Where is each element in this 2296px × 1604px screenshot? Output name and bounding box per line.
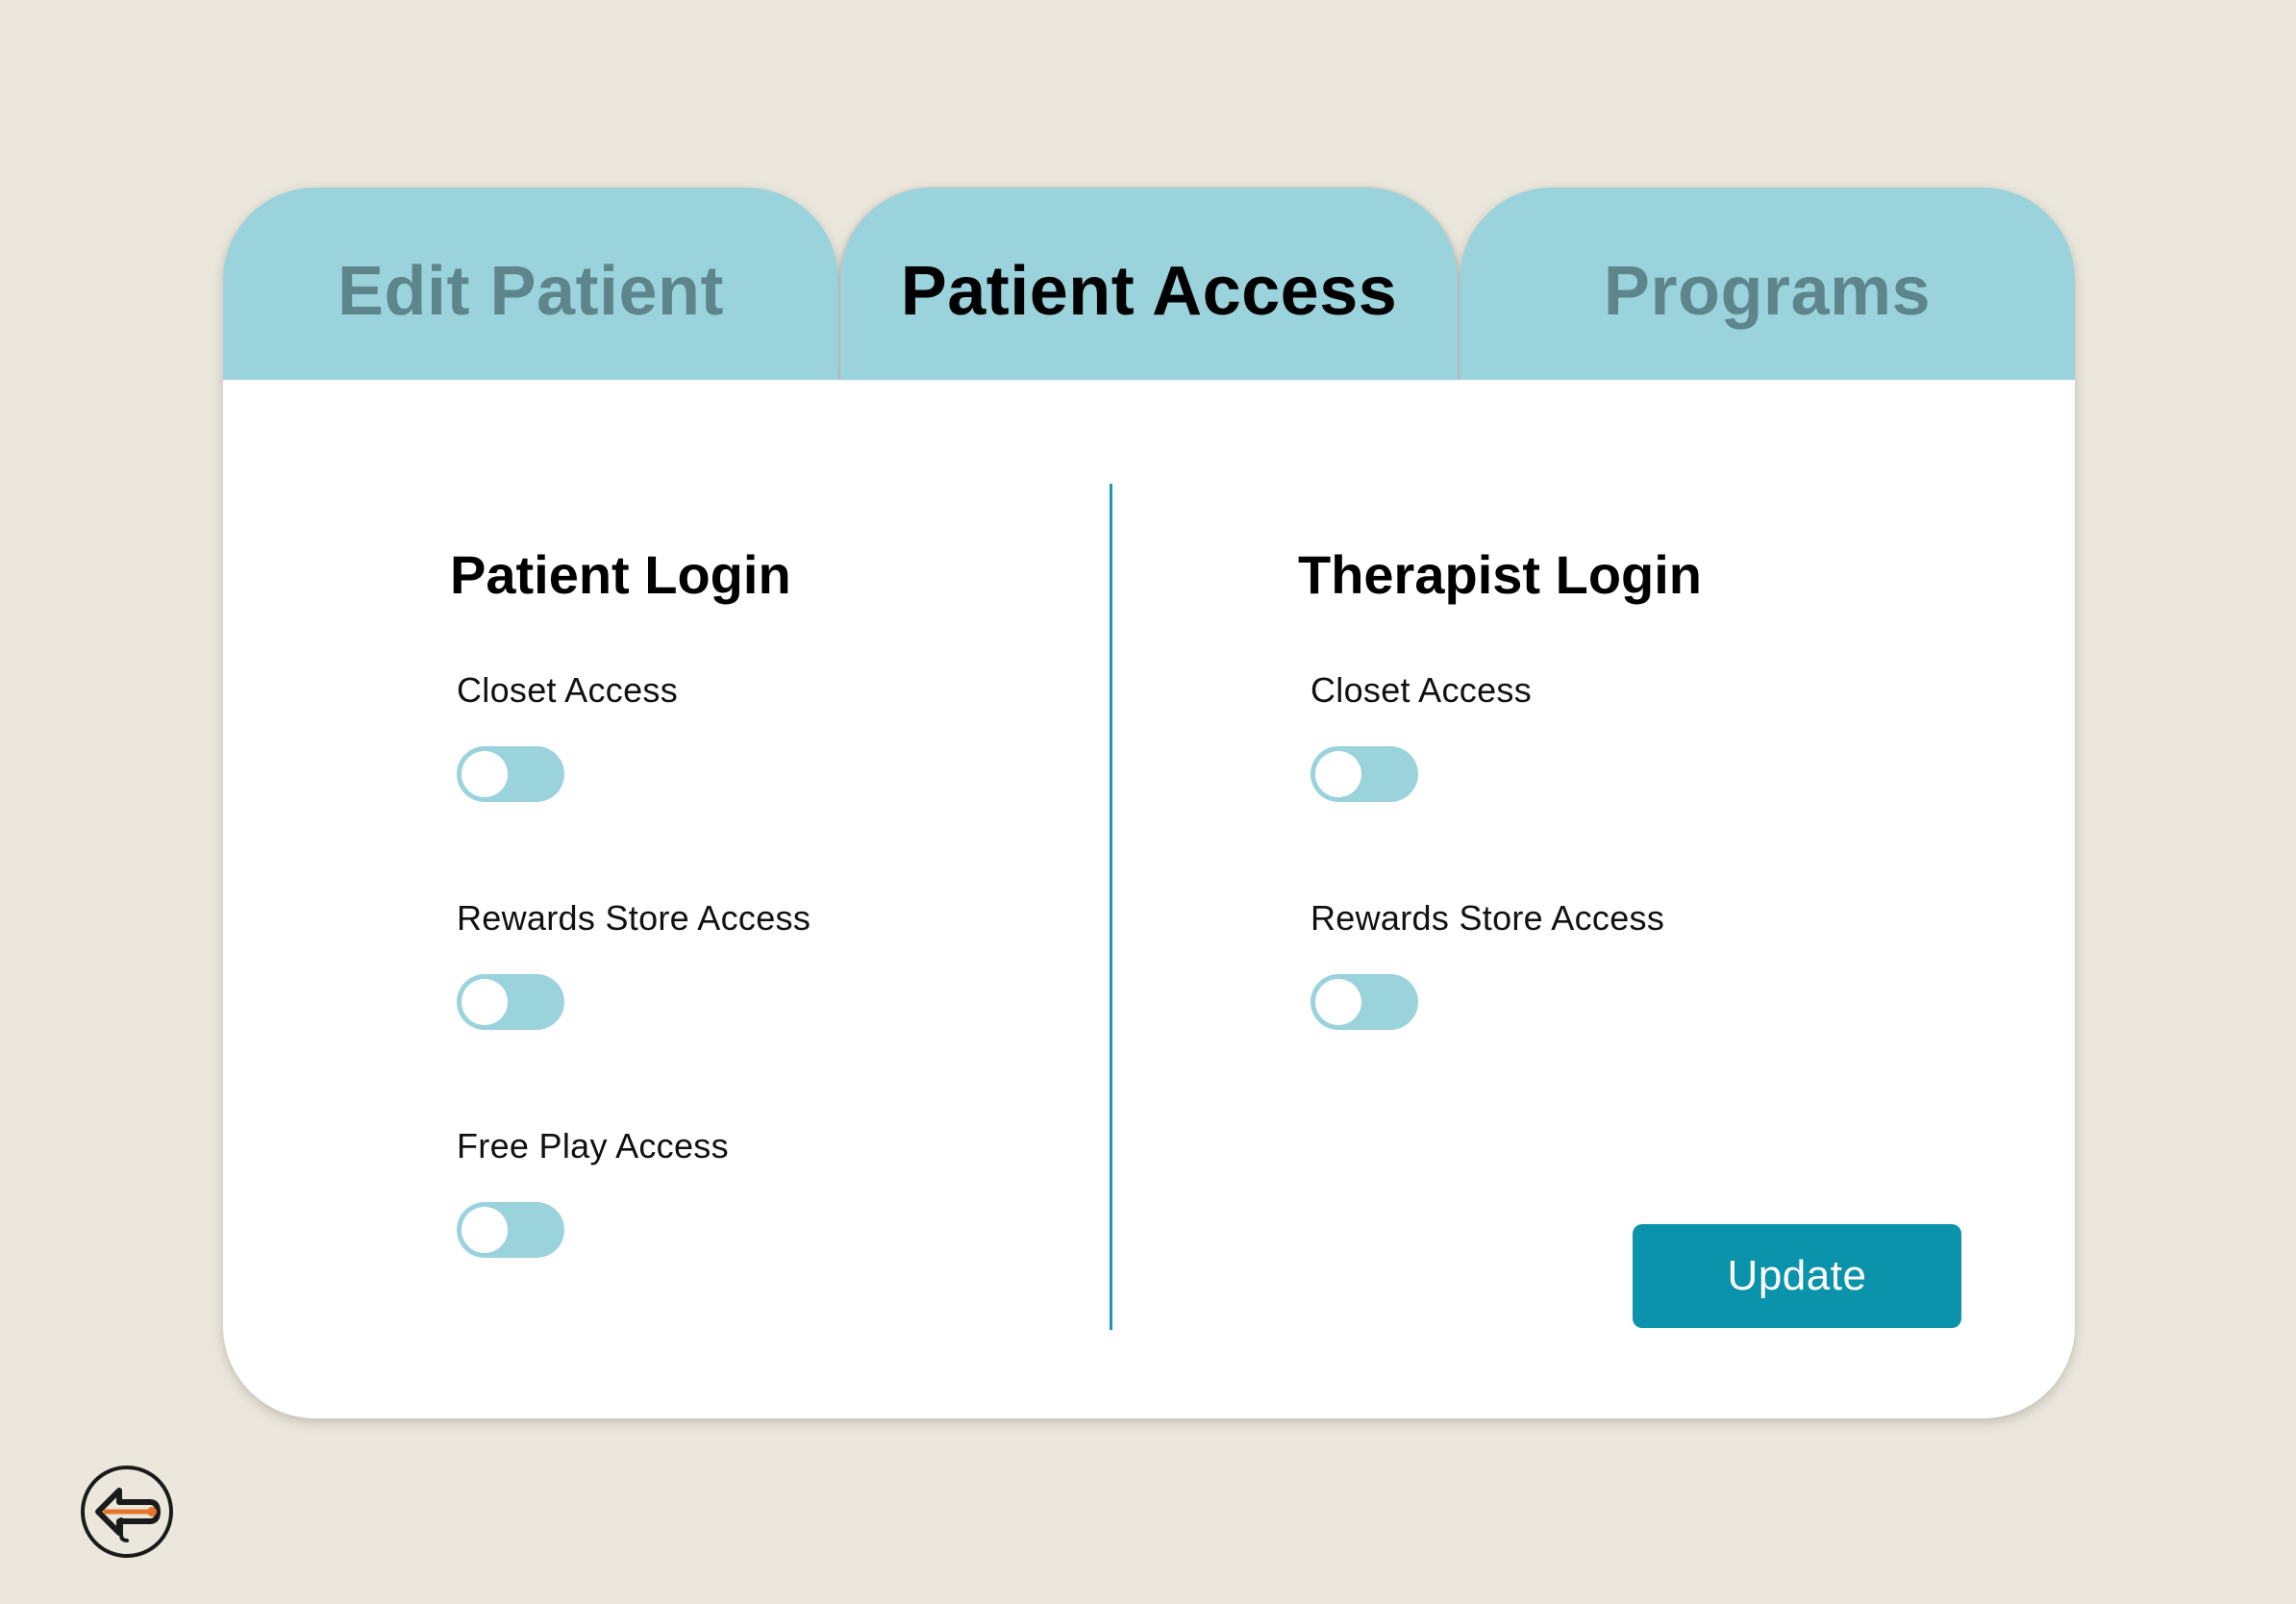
- patient-free-play-access-label: Free Play Access: [457, 1126, 729, 1165]
- patient-rewards-store-access-toggle[interactable]: [457, 974, 564, 1030]
- tab-patient-access-label: Patient Access: [900, 253, 1398, 330]
- toggle-knob: [1315, 979, 1361, 1025]
- patient-settings-card: Edit Patient Programs Patient Access Pat…: [223, 188, 2075, 1418]
- patient-free-play-access-toggle[interactable]: [457, 1202, 564, 1258]
- column-divider: [1110, 484, 1112, 1330]
- tab-edit-patient-label: Edit Patient: [337, 253, 725, 330]
- back-button[interactable]: [79, 1464, 175, 1560]
- toggle-knob: [1315, 751, 1361, 797]
- therapist-rewards-store-access-label: Rewards Store Access: [1310, 898, 1665, 938]
- toggle-knob: [462, 979, 508, 1025]
- toggle-knob: [462, 1207, 508, 1253]
- therapist-login-title: Therapist Login: [1298, 544, 1702, 605]
- tab-edit-patient[interactable]: Edit Patient: [223, 188, 838, 380]
- back-arrow-icon: [81, 1466, 173, 1558]
- update-button[interactable]: Update: [1633, 1224, 1961, 1328]
- patient-closet-access-toggle[interactable]: [457, 746, 564, 802]
- tab-patient-access[interactable]: Patient Access: [840, 188, 1458, 380]
- patient-rewards-store-access-label: Rewards Store Access: [457, 898, 811, 938]
- therapist-closet-access-label: Closet Access: [1310, 670, 1532, 710]
- tab-programs-label: Programs: [1603, 253, 1932, 330]
- patient-login-title: Patient Login: [450, 544, 791, 605]
- tab-programs[interactable]: Programs: [1460, 188, 2075, 380]
- patient-closet-access-label: Closet Access: [457, 670, 678, 710]
- therapist-rewards-store-access-toggle[interactable]: [1310, 974, 1418, 1030]
- toggle-knob: [462, 751, 508, 797]
- therapist-closet-access-toggle[interactable]: [1310, 746, 1418, 802]
